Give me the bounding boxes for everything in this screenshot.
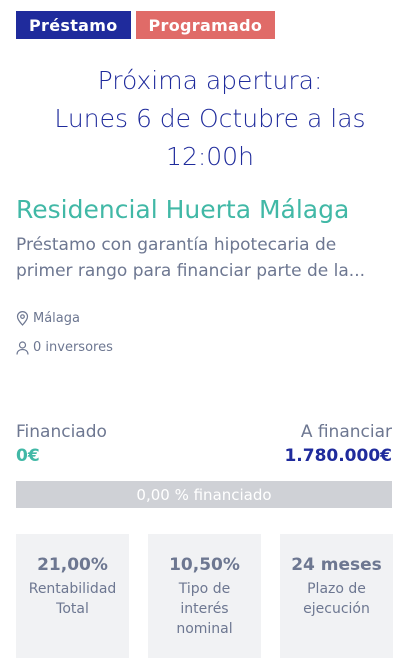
project-card[interactable]: Préstamo Programado Próxima apertura: Lu… [0,0,420,672]
stat-total-return: 21,00% Rentabilidad Total [16,534,129,658]
location-text: Málaga [33,311,80,326]
loan-type-badge: Préstamo [16,11,131,39]
user-icon [16,340,29,355]
to-fund-label: A financiar [300,422,392,442]
stats-row: 21,00% Rentabilidad Total 10,50% Tipo de… [16,534,393,658]
status-badge: Programado [135,11,276,39]
progress-text: 0,00 % financiado [136,485,272,504]
investors-info: 0 inversores [16,340,113,355]
project-title[interactable]: Residencial Huerta Málaga [16,193,349,227]
funded-label: Financiado [16,422,107,442]
investors-text: 0 inversores [33,340,113,355]
stat-label-line: Rentabilidad [28,581,117,597]
badge-group: Préstamo Programado [16,11,276,39]
project-description: Préstamo con garantía hipotecaria de pri… [16,232,408,284]
opening-line-1: Próxima apertura: [97,66,323,95]
stat-label-line: Tipo de [178,581,231,597]
stat-label-line: nominal [176,621,233,637]
map-pin-icon [16,311,29,326]
location-info: Málaga [16,311,80,326]
stat-label-line: Plazo de [307,581,366,597]
stat-execution-term: 24 meses Plazo de ejecución [280,534,393,658]
stat-nominal-interest: 10,50% Tipo de interés nominal [148,534,261,658]
funding-progress-bar: 0,00 % financiado [16,481,392,508]
stat-value: 21,00% [37,555,108,575]
stat-label-line: interés [180,601,229,617]
stat-label: Plazo de ejecución [303,579,370,619]
stat-value: 24 meses [291,555,382,575]
funded-value: 0€ [16,446,40,466]
stat-label-line: ejecución [303,601,370,617]
to-fund-value: 1.780.000€ [284,446,392,466]
stat-label: Rentabilidad Total [29,579,117,619]
description-line-2: primer rango para financiar parte de la.… [16,261,365,281]
next-opening-notice: Próxima apertura: Lunes 6 de Octubre a l… [0,62,420,176]
opening-line-2: Lunes 6 de Octubre a las [54,104,366,133]
opening-line-3: 12:00h [166,142,254,171]
stat-label-line: Total [56,601,89,617]
stat-label: Tipo de interés nominal [176,579,232,639]
stat-value: 10,50% [169,555,240,575]
description-line-1: Préstamo con garantía hipotecaria de [16,235,337,255]
